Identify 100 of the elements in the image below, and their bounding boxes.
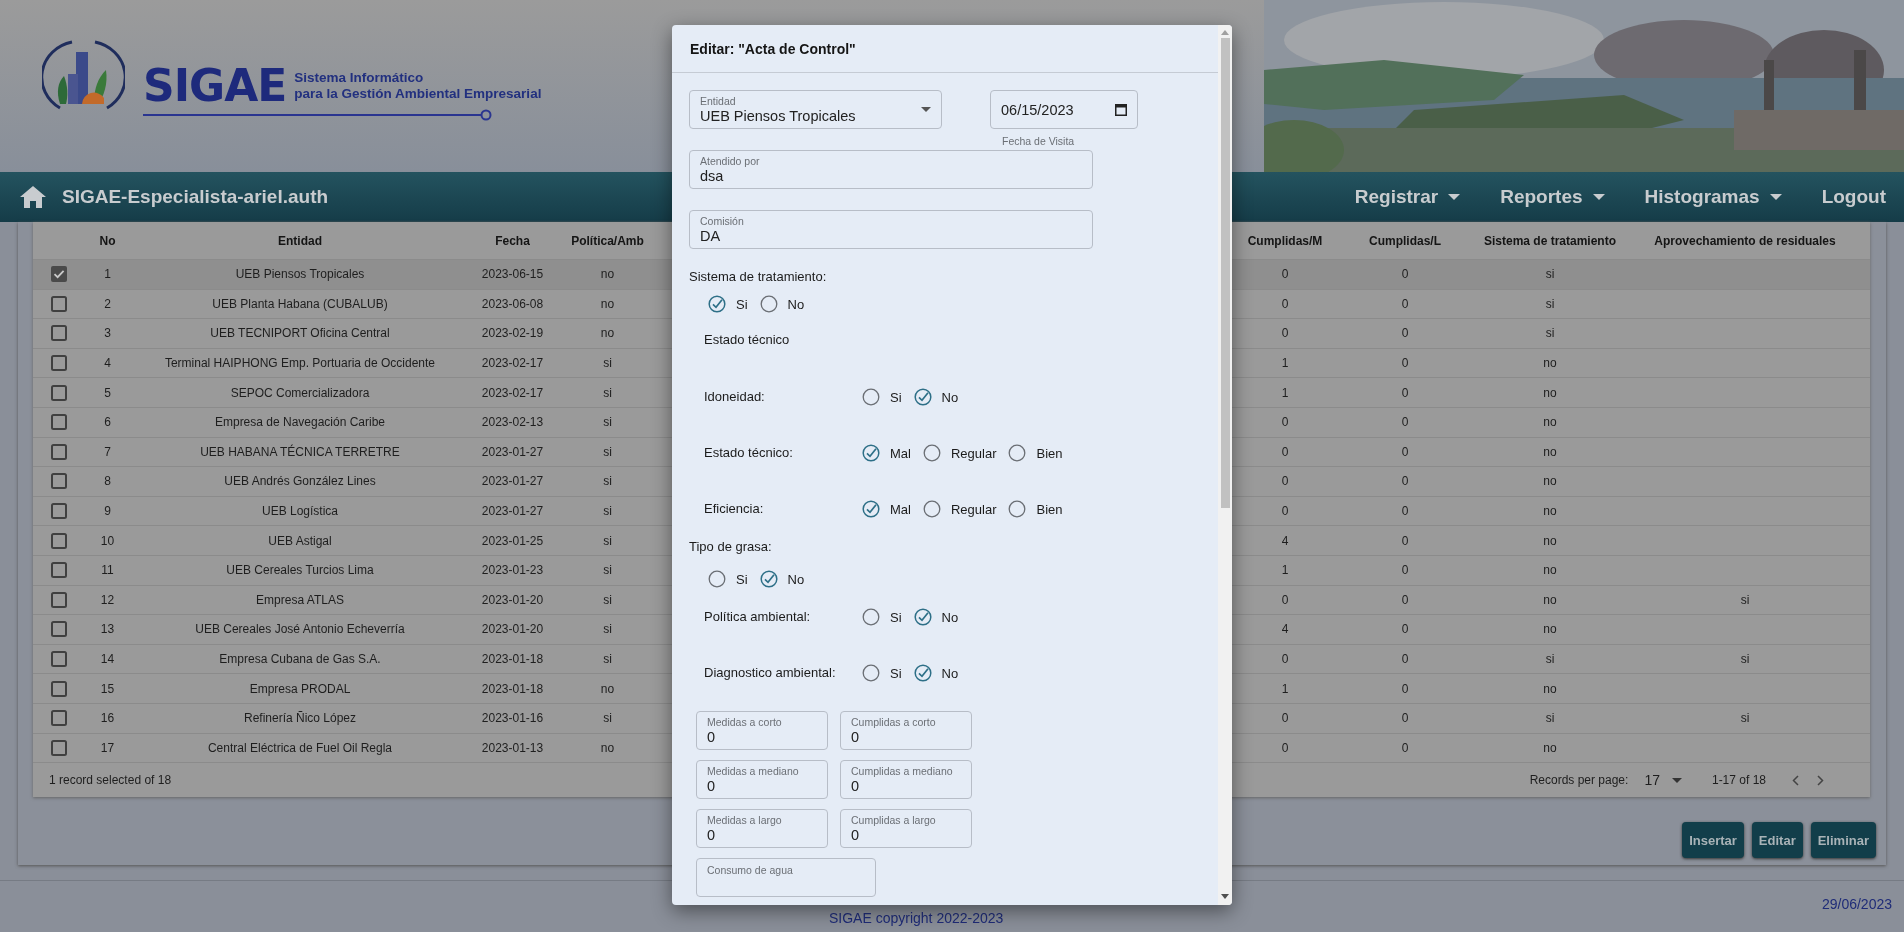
action-button[interactable]: Editar	[1751, 822, 1803, 859]
radio-button[interactable]	[1008, 500, 1027, 518]
radio-label: Si	[736, 296, 748, 312]
row-checkbox[interactable]	[51, 414, 67, 431]
radio-label: Si	[890, 609, 902, 625]
table-cell: 0	[1401, 740, 1409, 755]
row-checkbox[interactable]	[51, 266, 67, 283]
radio-button[interactable]	[922, 444, 941, 462]
radio-label: Mal	[890, 445, 911, 461]
radio-label: Bien	[1036, 501, 1063, 517]
radio-button[interactable]	[862, 388, 880, 406]
table-cell: 2023-01-27	[481, 474, 544, 489]
field-label: Diagnostico ambiental:	[704, 664, 837, 682]
radio-button[interactable]	[862, 664, 880, 682]
table-cell: no	[1543, 622, 1557, 637]
radio-button[interactable]	[862, 608, 880, 626]
copyright-text: SIGAE copyright 2022-2023	[829, 910, 1004, 926]
table-cell: 14	[100, 652, 115, 666]
date-field[interactable]: 06/15/2023	[990, 90, 1138, 129]
action-button[interactable]: Insertar	[1682, 822, 1744, 859]
radio-button[interactable]	[913, 388, 932, 406]
number-field[interactable]: Consumo de agua	[696, 858, 876, 897]
home-icon[interactable]	[20, 186, 46, 208]
radio-button[interactable]	[862, 444, 880, 462]
table-cell: no	[1543, 563, 1557, 578]
radio-button[interactable]	[759, 570, 778, 588]
action-button[interactable]: Eliminar	[1810, 822, 1876, 859]
row-checkbox[interactable]	[51, 355, 67, 372]
table-cell: no	[600, 326, 615, 341]
radio-button[interactable]	[1008, 444, 1027, 462]
table-cell: si	[1545, 652, 1555, 666]
number-field[interactable]: Medidas a mediano 0	[696, 760, 828, 799]
table-cell: 8	[104, 474, 111, 489]
table-cell: si	[603, 415, 612, 430]
radio-label: No	[941, 665, 959, 681]
table-cell: si	[603, 356, 612, 371]
table-cell: 13	[100, 622, 115, 637]
table-cell: si	[603, 711, 612, 726]
number-field[interactable]: Medidas a corto 0	[696, 711, 828, 750]
radio-button[interactable]	[708, 295, 726, 313]
row-checkbox[interactable]	[51, 562, 67, 579]
number-field[interactable]: Cumplidas a corto 0	[840, 711, 972, 750]
selection-status: 1 record selected of 18	[49, 773, 172, 788]
row-checkbox[interactable]	[51, 473, 67, 490]
table-cell: SEPOC Comercializadora	[230, 385, 370, 400]
page-range: 1-17 of 18	[1711, 773, 1766, 788]
row-checkbox[interactable]	[51, 532, 67, 549]
table-cell: si	[603, 474, 612, 489]
radio-button[interactable]	[708, 570, 726, 588]
nav-menu[interactable]: Registrar	[1354, 186, 1461, 208]
table-cell: si	[1545, 711, 1555, 726]
row-checkbox[interactable]	[51, 621, 67, 638]
table-cell: 2023-01-16	[481, 711, 544, 726]
text-field[interactable]: Atendido por dsa	[689, 150, 1093, 189]
table-cell: 0	[1401, 474, 1409, 489]
radio-button[interactable]	[913, 664, 932, 682]
text-field[interactable]: Comisión DA	[689, 210, 1093, 249]
table-cell: 0	[1281, 415, 1289, 430]
logo-tagline: Sistema Informático	[294, 70, 425, 86]
scroll-up-icon[interactable]	[1221, 30, 1229, 35]
entity-select[interactable]: Entidad UEB Piensos Tropicales	[689, 90, 942, 129]
nav-menu[interactable]: Histogramas	[1644, 186, 1782, 208]
number-field[interactable]: Cumplidas a mediano 0	[840, 760, 972, 799]
table-cell: UEB HABANA TÉCNICA TERRETRE	[200, 444, 400, 459]
row-checkbox[interactable]	[51, 325, 67, 342]
rows-per-page-select[interactable]: 17	[1638, 772, 1688, 789]
number-field[interactable]: Cumplidas a largo 0	[840, 809, 972, 848]
nav-menu[interactable]: Reportes	[1500, 186, 1605, 208]
row-checkbox[interactable]	[51, 591, 67, 608]
table-cell: 2023-01-13	[481, 740, 544, 755]
nav-menu[interactable]: Logout	[1821, 186, 1886, 208]
table-cell: no	[1543, 474, 1557, 489]
subsection-heading: Estado técnico	[703, 332, 791, 349]
row-checkbox[interactable]	[51, 384, 67, 401]
table-cell: no	[1543, 740, 1557, 755]
radio-button[interactable]	[922, 500, 941, 518]
row-checkbox[interactable]	[51, 680, 67, 697]
number-field[interactable]: Medidas a largo 0	[696, 809, 828, 848]
row-checkbox[interactable]	[51, 710, 67, 727]
row-checkbox[interactable]	[51, 295, 67, 312]
row-checkbox[interactable]	[51, 739, 67, 756]
table-cell: 10	[100, 533, 115, 548]
table-cell: no	[1543, 592, 1557, 607]
row-checkbox[interactable]	[51, 443, 67, 460]
table-cell: 9	[104, 504, 111, 519]
row-checkbox[interactable]	[51, 503, 67, 520]
table-cell: 0	[1401, 681, 1409, 696]
row-checkbox[interactable]	[51, 651, 67, 667]
table-cell: 0	[1401, 622, 1409, 637]
radio-button[interactable]	[862, 500, 880, 518]
table-cell: 4	[104, 356, 111, 371]
radio-button[interactable]	[759, 295, 778, 313]
scrollbar[interactable]	[1218, 25, 1232, 905]
radio-label: Bien	[1036, 445, 1063, 461]
table-cell: UEB Logística	[261, 504, 338, 519]
table-cell: 2023-01-20	[481, 622, 544, 637]
scroll-down-icon[interactable]	[1221, 894, 1229, 899]
radio-button[interactable]	[913, 608, 932, 626]
radio-label: Si	[890, 665, 902, 681]
table-cell: 0	[1401, 444, 1409, 459]
